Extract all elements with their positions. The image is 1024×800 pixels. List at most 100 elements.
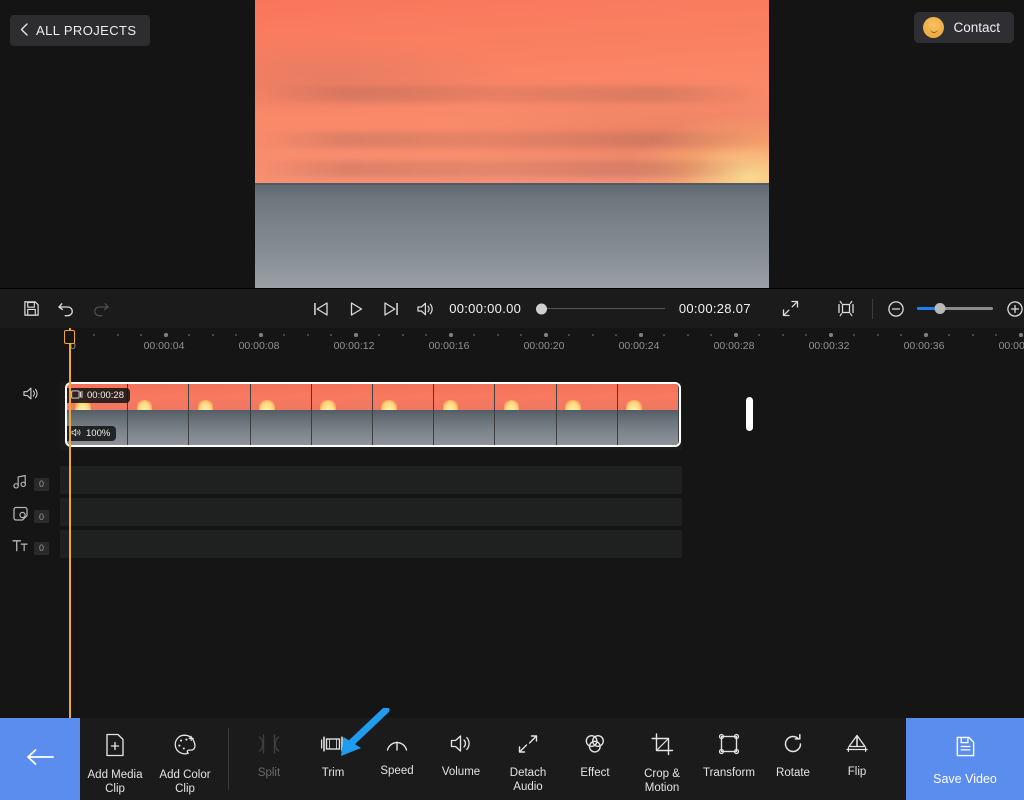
zoom-out-icon[interactable] <box>887 296 906 322</box>
ruler-tick-minor <box>473 334 475 336</box>
sticker-track-count: 0 <box>34 510 49 523</box>
clip-thumbnails <box>67 384 679 445</box>
split-icon <box>257 733 281 760</box>
video-preview[interactable] <box>255 0 769 288</box>
tool-flip[interactable]: Flip <box>825 718 889 800</box>
clip-volume-badge: 100% <box>67 426 116 441</box>
preview-area: ALL PROJECTS Contact <box>0 0 1024 288</box>
clip-duration-badge: 00:00:28 <box>67 388 130 403</box>
tool-crop-motion[interactable]: Crop & Motion <box>627 718 697 800</box>
volume-icon[interactable] <box>22 386 40 406</box>
ruler-label: 00:00:36 <box>904 340 945 352</box>
clip-trim-handle-right[interactable] <box>746 397 753 431</box>
ruler-tick-minor <box>995 334 997 336</box>
ruler-tick-minor <box>140 334 142 336</box>
all-projects-button[interactable]: ALL PROJECTS <box>10 15 150 46</box>
next-frame-icon[interactable] <box>381 296 400 322</box>
save-icon[interactable] <box>22 296 41 322</box>
play-icon[interactable] <box>347 296 366 322</box>
music-note-icon <box>12 474 29 494</box>
ruler-tick-major <box>829 333 833 337</box>
track-lane-sticker[interactable] <box>60 498 682 526</box>
ruler-tick-major <box>449 333 453 337</box>
sticker-icon <box>12 506 29 527</box>
total-timecode: 00:00:28.07 <box>679 301 751 316</box>
ruler-tick-major <box>544 333 548 337</box>
clip-thumbnail <box>434 384 495 445</box>
video-clip[interactable]: 00:00:28 100% <box>65 382 681 447</box>
text-icon <box>12 538 29 558</box>
ruler-label: 00:00:40 <box>999 340 1024 352</box>
undo-icon[interactable] <box>57 296 76 322</box>
ruler-tick-minor <box>497 334 499 336</box>
ruler-tick-minor <box>283 334 285 336</box>
snap-icon[interactable] <box>836 296 856 322</box>
tool-rotate[interactable]: Rotate <box>761 718 825 800</box>
timeline-zoom-slider[interactable] <box>917 303 993 315</box>
track-header-text[interactable]: 0 <box>0 538 60 558</box>
ruler-tick-minor <box>378 334 380 336</box>
all-projects-label: ALL PROJECTS <box>36 23 136 38</box>
track-lane-text[interactable] <box>60 530 682 558</box>
previous-frame-icon[interactable] <box>312 296 331 322</box>
ruler-tick-minor <box>877 334 879 336</box>
ruler-tick-minor <box>948 334 950 336</box>
back-button[interactable] <box>0 718 80 800</box>
playback-scrubber[interactable] <box>536 302 665 316</box>
track-header-sticker[interactable]: 0 <box>0 506 60 527</box>
clip-thumbnail <box>495 384 556 445</box>
trim-icon <box>320 733 346 760</box>
timeline-tracks: 00:00:28 100% <box>60 356 1024 718</box>
scrubber-handle[interactable] <box>536 303 547 314</box>
playback-control-bar: 00:00:00.00 00:00:28.07 <box>0 288 1024 328</box>
zoom-slider-handle[interactable] <box>935 303 946 314</box>
tool-label: Speed <box>380 764 413 778</box>
ruler-tick-minor <box>93 334 95 336</box>
current-timecode: 00:00:00.00 <box>449 301 521 316</box>
track-header-video[interactable] <box>0 386 60 406</box>
audio-track-count: 0 <box>34 478 49 491</box>
tool-effect[interactable]: Effect <box>563 718 627 800</box>
ruler-label: 00:00:28 <box>714 340 755 352</box>
flip-icon <box>845 733 869 759</box>
volume-icon[interactable] <box>416 296 435 322</box>
contact-button[interactable]: Contact <box>914 12 1014 43</box>
playhead-line <box>69 328 71 718</box>
toolbar-separator <box>228 728 229 790</box>
timeline-ruler[interactable]: 00:00:0400:00:0800:00:1200:00:1600:00:20… <box>0 328 1024 356</box>
add-color-icon <box>173 733 197 762</box>
tool-transform[interactable]: Transform <box>697 718 761 800</box>
ruler-tick-minor <box>592 334 594 336</box>
tool-add-color-clip[interactable]: Add Color Clip <box>150 718 220 800</box>
ruler-tick-minor <box>853 334 855 336</box>
film-clip-icon <box>71 390 83 402</box>
ruler-label: 00:00:12 <box>334 340 375 352</box>
volume-icon <box>449 733 473 759</box>
ruler-tick-minor <box>568 334 570 336</box>
user-avatar-icon <box>923 17 944 38</box>
ruler-tick-minor <box>805 334 807 336</box>
tool-trim[interactable]: Trim <box>301 718 365 800</box>
ruler-tick-minor <box>520 334 522 336</box>
tool-split: Split <box>237 718 301 800</box>
tool-detach-audio[interactable]: Detach Audio <box>493 718 563 800</box>
save-video-button[interactable]: Save Video <box>906 718 1024 800</box>
ruler-tick-minor <box>782 334 784 336</box>
fullscreen-icon[interactable] <box>781 296 800 322</box>
speed-icon <box>385 733 409 758</box>
tool-label: Add Media Clip <box>84 768 146 796</box>
chevron-left-icon <box>20 23 28 39</box>
transform-icon <box>718 733 740 760</box>
tool-volume[interactable]: Volume <box>429 718 493 800</box>
ruler-tick-major <box>639 333 643 337</box>
playhead-handle[interactable] <box>64 330 75 344</box>
tool-speed[interactable]: Speed <box>365 718 429 800</box>
tool-label: Add Color Clip <box>154 768 216 796</box>
track-header-audio[interactable]: 0 <box>0 474 60 494</box>
text-track-count: 0 <box>34 542 49 555</box>
ruler-tick-minor <box>425 334 427 336</box>
track-lane-audio[interactable] <box>60 466 682 494</box>
tool-add-media-clip[interactable]: Add Media Clip <box>80 718 150 800</box>
ruler-label: 00:00:08 <box>239 340 280 352</box>
zoom-in-icon[interactable] <box>1005 296 1024 322</box>
